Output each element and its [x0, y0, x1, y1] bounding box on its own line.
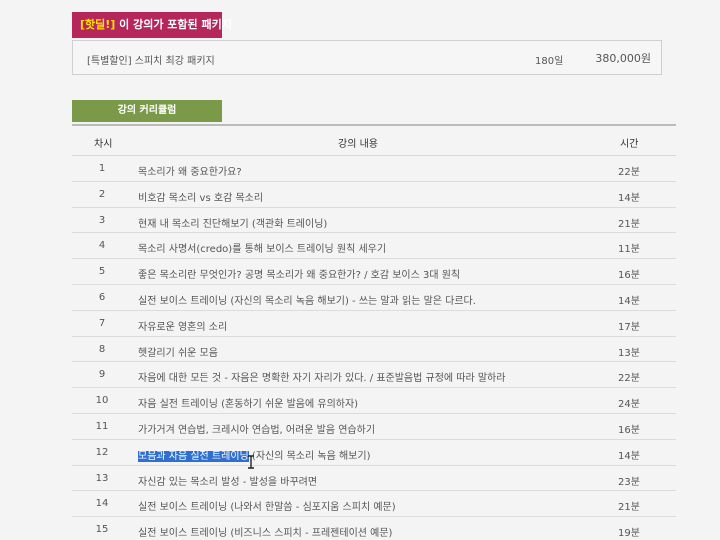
row-title[interactable]: 비호감 목소리 vs 호감 목소리 [138, 189, 263, 204]
row-time: 14분 [618, 450, 640, 462]
row-number: 2 [98, 188, 106, 200]
selected-text[interactable]: 모음과 자음 실전 트레이닝 [138, 450, 249, 462]
column-header-num: 차시 [94, 139, 113, 150]
row-time: 22분 [618, 373, 640, 385]
package-days: 180일 [535, 56, 564, 67]
table-row[interactable]: 12 모음과 자음 실전 트레이닝 (자신의 목소리 녹음 해보기) 14분 [72, 440, 676, 466]
row-title[interactable]: 좋은 목소리란 무엇인가? 공명 목소리가 왜 중요한가? / 호감 보이스 3… [138, 266, 460, 281]
row-title[interactable]: 가가거겨 연습법, 크레시아 연습법, 어려운 발음 연습하기 [138, 421, 375, 436]
row-title[interactable]: 헷갈리기 쉬운 모음 [138, 344, 218, 359]
row-number: 6 [98, 291, 106, 303]
row-time: 21분 [618, 218, 640, 230]
table-row[interactable]: 14 실전 보이스 트레이닝 (나와서 한말씀 - 심포지움 스피치 예문) 21분 [72, 491, 676, 518]
row-number: 11 [95, 420, 109, 432]
table-row[interactable]: 6 실전 보이스 트레이닝 (자신의 목소리 녹음 해보기) - 쓰는 말과 읽는… [72, 285, 676, 311]
row-time: 19분 [618, 528, 640, 540]
row-number: 12 [95, 446, 109, 458]
row-number: 3 [98, 214, 106, 226]
row-number: 4 [98, 240, 106, 252]
table-row[interactable]: 10 자음 실전 트레이닝 (혼동하기 쉬운 발음에 유의하자) 24분 [72, 388, 676, 414]
row-title[interactable]: 현재 내 목소리 진단해보기 (객관화 트레이닝) [138, 215, 327, 230]
row-title[interactable]: 목소리가 왜 중요한가요? [138, 163, 242, 178]
row-title[interactable]: 자음에 대한 모든 것 - 자음은 명확한 자기 자리가 있다. / 표준발음법… [138, 369, 505, 384]
table-row[interactable]: 3 현재 내 목소리 진단해보기 (객관화 트레이닝) 21분 [72, 208, 676, 234]
row-number: 10 [95, 395, 109, 407]
row-number: 13 [95, 472, 109, 484]
row-title[interactable]: 실전 보이스 트레이닝 (나와서 한말씀 - 심포지움 스피치 예문) [138, 498, 396, 513]
hot-deal-badge: [핫딜!] [80, 18, 116, 31]
table-row[interactable]: 15 실전 보이스 트레이닝 (비즈니스 스피치 - 프레젠테이션 예문) 19분 [72, 517, 676, 540]
text-cursor-icon [248, 455, 254, 469]
row-time: 17분 [618, 321, 640, 333]
table-row[interactable]: 13 자신감 있는 목소리 발성 - 발성을 바꾸려면 23분 [72, 466, 676, 492]
row-time: 21분 [618, 502, 640, 514]
row-number: 15 [95, 524, 109, 536]
row-time: 14분 [618, 295, 640, 307]
table-row[interactable]: 4 목소리 사명서(credo)를 통해 보이스 트레이닝 원칙 세우기 11분 [72, 233, 676, 260]
hot-deal-header: [핫딜!] 이 강의가 포함된 패키지 [72, 12, 232, 38]
row-title[interactable]: 자유로운 영혼의 소리 [138, 318, 227, 333]
row-title[interactable]: 목소리 사명서(credo)를 통해 보이스 트레이닝 원칙 세우기 [138, 240, 386, 255]
table-row[interactable]: 2 비호감 목소리 vs 호감 목소리 14분 [72, 182, 676, 208]
row-time: 22분 [618, 167, 640, 178]
column-header-time: 시간 [620, 139, 639, 150]
table-row[interactable]: 8 헷갈리기 쉬운 모음 13분 [72, 337, 676, 363]
curriculum-table: 차시 강의 내용 시간 1 목소리가 왜 중요한가요? 22분 2 비호감 목소리 vs… [72, 124, 676, 540]
hot-deal-title: 이 강의가 포함된 패키지 [115, 18, 232, 31]
row-number: 14 [95, 498, 109, 510]
table-body: 1 목소리가 왜 중요한가요? 22분 2 비호감 목소리 vs 호감 목소리 14분 3 현… [72, 156, 676, 540]
row-time: 11분 [618, 244, 640, 256]
row-time: 24분 [618, 399, 640, 411]
row-number: 5 [98, 266, 106, 278]
table-row[interactable]: 5 좋은 목소리란 무엇인가? 공명 목소리가 왜 중요한가? / 호감 보이스 … [72, 259, 676, 285]
row-number: 1 [98, 163, 106, 174]
row-number: 9 [98, 369, 106, 381]
package-name[interactable]: [특별할인] 스피치 최강 패키지 [87, 52, 215, 67]
table-row[interactable]: 11 가가거겨 연습법, 크레시아 연습법, 어려운 발음 연습하기 16분 [72, 414, 676, 440]
page: [핫딜!] 이 강의가 포함된 패키지 [특별할인] 스피치 최강 패키지 18… [0, 0, 720, 540]
table-row[interactable]: 1 목소리가 왜 중요한가요? 22분 [72, 156, 676, 182]
row-time: 13분 [618, 347, 640, 359]
column-header-title: 강의 내용 [338, 139, 378, 150]
curriculum-header: 강의 커리큘럼 [72, 100, 222, 122]
row-title[interactable]: 실전 보이스 트레이닝 (자신의 목소리 녹음 해보기) - 쓰는 말과 읽는 … [138, 292, 476, 307]
table-row[interactable]: 9 자음에 대한 모든 것 - 자음은 명확한 자기 자리가 있다. / 표준발음… [72, 362, 676, 389]
row-time: 23분 [618, 476, 640, 488]
package-item[interactable]: [특별할인] 스피치 최강 패키지 180일 380,000원 [72, 40, 662, 75]
table-row[interactable]: 7 자유로운 영혼의 소리 17분 [72, 311, 676, 337]
row-number: 7 [98, 317, 106, 329]
row-title-rest: (자신의 목소리 녹음 해보기) [248, 450, 371, 462]
row-title[interactable]: 자음 실전 트레이닝 (혼동하기 쉬운 발음에 유의하자) [138, 395, 358, 410]
row-number: 8 [98, 343, 106, 355]
row-time: 16분 [618, 270, 640, 282]
row-title[interactable]: 자신감 있는 목소리 발성 - 발성을 바꾸려면 [138, 473, 317, 488]
row-time: 16분 [618, 424, 640, 436]
row-time: 14분 [618, 192, 640, 204]
package-price: 380,000원 [595, 52, 651, 65]
row-title[interactable]: 실전 보이스 트레이닝 (비즈니스 스피치 - 프레젠테이션 예문) [138, 524, 392, 539]
table-header-row: 차시 강의 내용 시간 [72, 126, 676, 156]
